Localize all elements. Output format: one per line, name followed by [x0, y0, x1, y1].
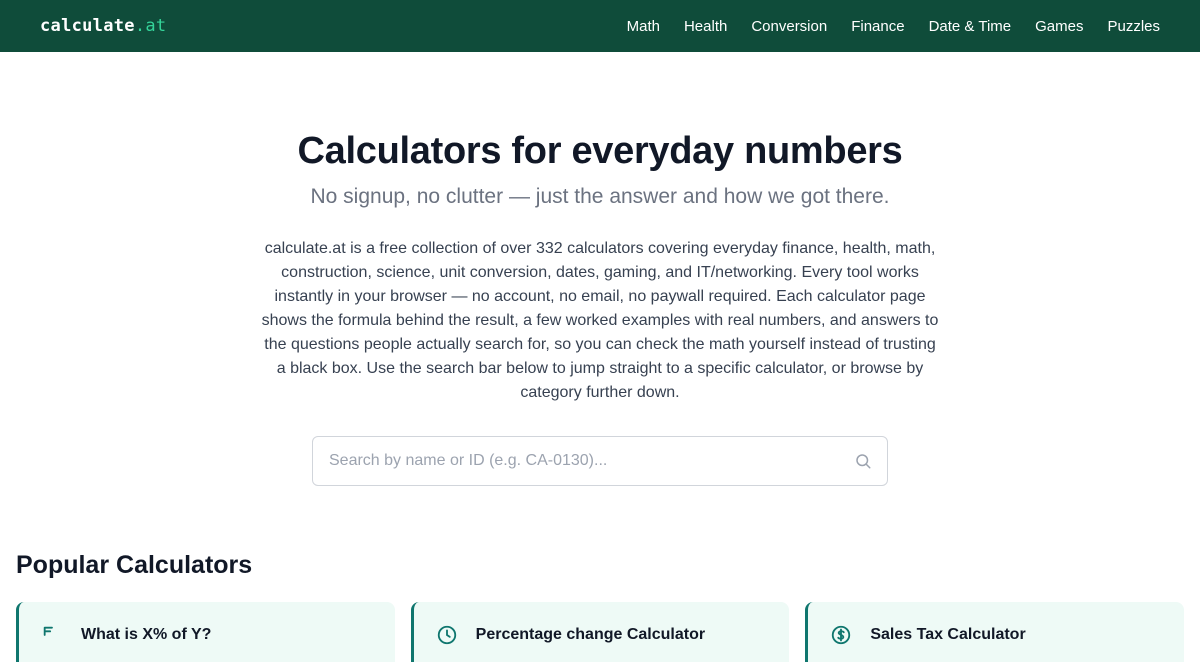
nav-link-math[interactable]: Math: [627, 18, 660, 35]
dollar-icon: [830, 624, 852, 646]
nav-link-conversion[interactable]: Conversion: [751, 18, 827, 35]
calculator-card-label: Sales Tax Calculator: [870, 626, 1026, 643]
nav-link-health[interactable]: Health: [684, 18, 727, 35]
nav-link-finance[interactable]: Finance: [851, 18, 904, 35]
popular-calculators-heading: Popular Calculators: [16, 551, 253, 579]
clock-icon: [436, 624, 458, 646]
intro-paragraph: calculate.at is a free collection of ove…: [261, 240, 939, 401]
calculator-card-sales-tax[interactable]: Sales Tax Calculator: [805, 602, 1185, 662]
calculator-card-label: Percentage change Calculator: [475, 626, 706, 643]
nav-link-puzzles[interactable]: Puzzles: [1107, 18, 1160, 35]
page-title: Calculators for everyday numbers: [297, 130, 903, 172]
logo-name: calculate: [40, 16, 135, 36]
top-navigation-bar: calculate.at Math Health Conversion Fina…: [0, 0, 1200, 52]
logo-tld: .at: [134, 16, 167, 36]
nav-link-date-time[interactable]: Date & Time: [929, 18, 1012, 35]
search-input[interactable]: [329, 452, 853, 470]
site-logo[interactable]: calculate.at: [40, 16, 166, 36]
search-icon[interactable]: [853, 451, 873, 471]
popular-calculators-list: What is X% of Y? Percentage change Calcu…: [16, 602, 1185, 662]
nav-link-games[interactable]: Games: [1035, 18, 1083, 35]
calculator-card-percentage-change[interactable]: Percentage change Calculator: [410, 602, 790, 662]
percent-icon: [41, 624, 63, 646]
page-subtitle: No signup, no clutter — just the answer …: [310, 185, 890, 208]
search-box: [312, 436, 888, 486]
hero-section: Calculators for everyday numbers No sign…: [0, 52, 1200, 405]
calculator-card-label: What is X% of Y?: [81, 626, 212, 643]
main-nav: Math Health Conversion Finance Date & Ti…: [627, 18, 1160, 35]
calculator-card-percent-of[interactable]: What is X% of Y?: [16, 602, 395, 662]
